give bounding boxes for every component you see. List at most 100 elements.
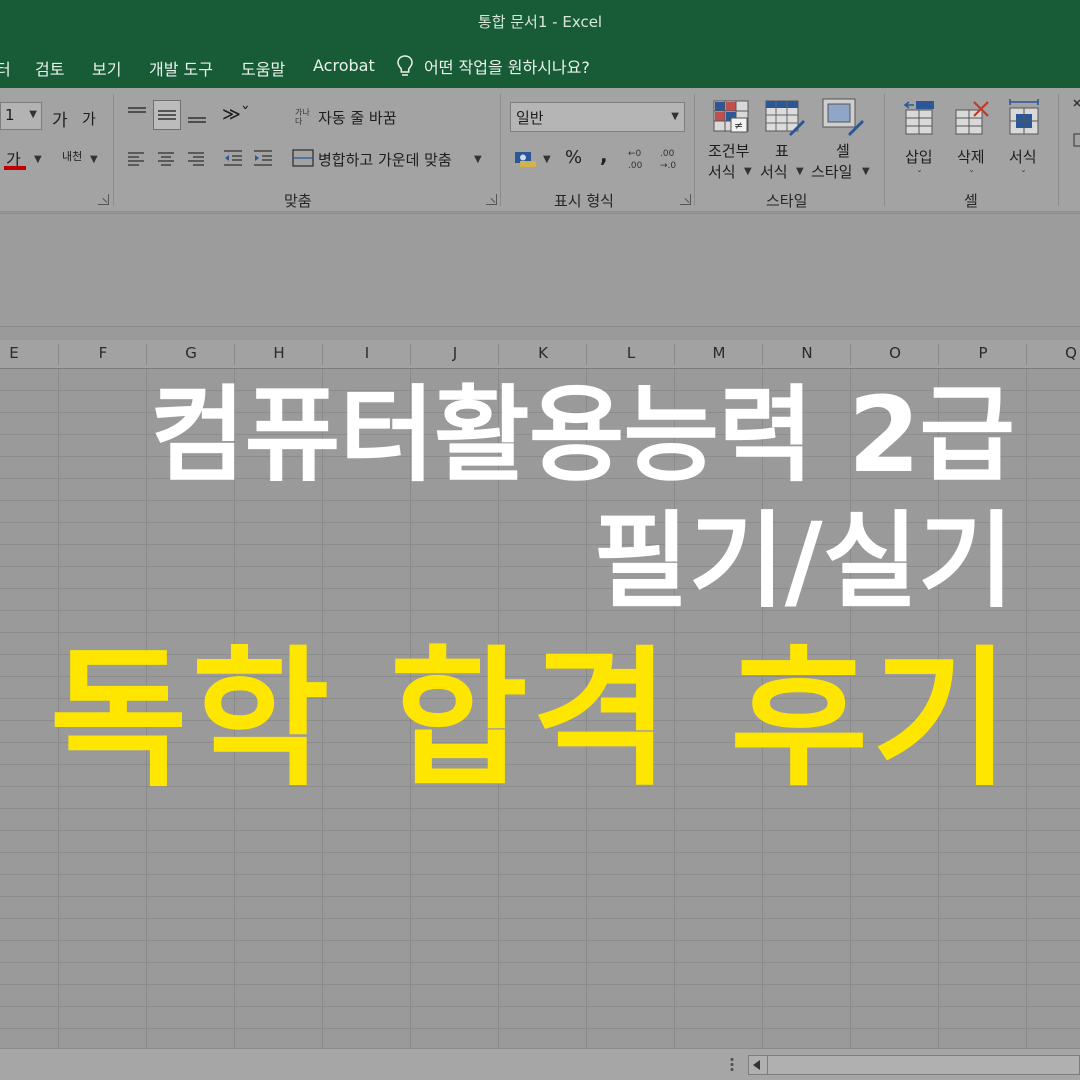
align-right-icon[interactable] xyxy=(186,150,206,166)
tab-developer[interactable]: 개발 도구 xyxy=(149,56,213,80)
format-cells-button[interactable]: 서식 ˇ xyxy=(1000,96,1048,186)
svg-text:≠: ≠ xyxy=(734,119,743,132)
menu-bar: 터 검토 보기 개발 도구 도움말 Acrobat 어떤 작업을 원하시나요? xyxy=(0,44,1080,88)
lightbulb-icon xyxy=(397,55,413,76)
align-top-icon[interactable] xyxy=(126,104,148,124)
group-label-styles: 스타일 xyxy=(766,192,808,210)
shrink-font-button[interactable]: 가 xyxy=(82,108,96,129)
column-header-q[interactable]: Q xyxy=(1027,344,1080,362)
column-header-h[interactable]: H xyxy=(235,344,323,362)
svg-text:←0: ←0 xyxy=(628,149,642,159)
chevron-down-icon[interactable]: ▼ xyxy=(543,154,551,165)
column-header-k[interactable]: K xyxy=(499,344,587,362)
dialog-launcher-icon[interactable] xyxy=(486,194,497,205)
currency-icon[interactable] xyxy=(514,148,538,168)
number-format-value: 일반 xyxy=(516,109,544,127)
column-header-p[interactable]: P xyxy=(939,344,1027,362)
title-bar: 통합 문서1 - Excel xyxy=(0,0,1080,44)
tab-partial[interactable]: 터 xyxy=(0,56,11,80)
conditional-formatting-icon: ≠ xyxy=(713,100,749,133)
scroll-left-icon[interactable] xyxy=(753,1060,760,1070)
cell-styles-icon xyxy=(822,98,864,136)
chevron-down-icon[interactable]: ▼ xyxy=(34,154,42,165)
font-size-dropdown[interactable]: 1 ▼ xyxy=(0,102,42,130)
align-center-icon[interactable] xyxy=(156,150,176,166)
chevron-down-icon: ▼ xyxy=(29,109,37,120)
percent-button[interactable]: % xyxy=(565,147,582,168)
tell-me-text: 어떤 작업을 원하시나요? xyxy=(424,58,590,77)
align-bottom-icon[interactable] xyxy=(186,104,208,128)
delete-cells-button[interactable]: 삭제 ˇ xyxy=(948,96,996,186)
column-header-l[interactable]: L xyxy=(587,344,675,362)
editing-icons-partial[interactable] xyxy=(1070,98,1080,158)
svg-text:.00: .00 xyxy=(660,149,675,159)
chevron-down-icon: ˇ xyxy=(969,170,974,181)
decrease-indent-icon[interactable] xyxy=(222,148,244,168)
column-header-o[interactable]: O xyxy=(851,344,939,362)
svg-text:→.0: →.0 xyxy=(660,161,676,171)
chevron-down-icon: ˇ xyxy=(917,170,922,181)
phonetic-button[interactable]: 내천 xyxy=(62,148,82,164)
wrap-text-button[interactable]: 자동 줄 바꿈 xyxy=(318,107,397,128)
svg-text:.00: .00 xyxy=(628,161,643,171)
font-size-value: 1 xyxy=(5,106,15,124)
format-cells-icon xyxy=(1009,99,1039,135)
delete-label: 삭제 xyxy=(957,148,985,166)
conditional-formatting-button[interactable]: ≠ 조건부 서식 ▼ xyxy=(700,96,762,186)
insert-cells-button[interactable]: 삽입 ˇ xyxy=(896,96,944,186)
align-left-icon[interactable] xyxy=(126,150,146,166)
cell-styles-button[interactable]: 셀 스타일 ▼ xyxy=(810,96,874,186)
column-header-g[interactable]: G xyxy=(147,344,235,362)
increase-indent-icon[interactable] xyxy=(252,148,274,168)
font-color-button[interactable]: 가 xyxy=(4,146,32,172)
dialog-launcher-icon[interactable] xyxy=(680,194,691,205)
ribbon: 1 ▼ 가 가 가 ▼ 내천 ▼ ≫ˇ 가나 다 자동 줄 바꿈 병합하고 가운데… xyxy=(0,88,1080,212)
chevron-down-icon: ▼ xyxy=(671,111,679,122)
align-middle-icon xyxy=(158,110,176,120)
chevron-down-icon: ▼ xyxy=(796,166,804,177)
format-label: 서식 xyxy=(1009,148,1037,166)
conditional-formatting-label1: 조건부 xyxy=(708,142,750,160)
tab-view[interactable]: 보기 xyxy=(92,56,121,80)
column-header-i[interactable]: I xyxy=(323,344,411,362)
status-bar xyxy=(0,1048,1080,1080)
column-header-j[interactable]: J xyxy=(411,344,499,362)
formula-area xyxy=(0,213,1080,327)
comma-button[interactable]: , xyxy=(600,143,608,167)
decrease-decimal-icon[interactable]: .00→.0 xyxy=(658,146,684,172)
svg-text:가나: 가나 xyxy=(295,108,310,117)
dialog-launcher-icon[interactable] xyxy=(98,194,109,205)
format-as-table-label2: 서식 xyxy=(760,163,788,181)
font-color-swatch xyxy=(4,166,26,170)
grow-font-button[interactable]: 가 xyxy=(52,106,68,131)
number-format-dropdown[interactable]: 일반 ▼ xyxy=(510,102,685,132)
column-header-e[interactable]: E xyxy=(0,344,58,362)
tab-review[interactable]: 검토 xyxy=(35,56,64,80)
orientation-icon[interactable]: ≫ˇ xyxy=(222,104,250,125)
chevron-down-icon[interactable]: ▼ xyxy=(474,154,482,165)
column-header-row: E F G H I J K L M N O P Q xyxy=(0,340,1080,369)
cell-styles-label2: 스타일 xyxy=(811,163,853,181)
tab-help[interactable]: 도움말 xyxy=(241,56,285,80)
format-as-table-button[interactable]: 표 서식 ▼ xyxy=(760,96,810,186)
tell-me-search[interactable]: 어떤 작업을 원하시나요? xyxy=(396,54,590,78)
merge-center-button[interactable]: 병합하고 가운데 맞춤 xyxy=(318,149,452,170)
wrap-text-icon: 가나다 xyxy=(295,108,310,126)
cell-grid[interactable] xyxy=(0,369,1080,1048)
insert-cells-icon xyxy=(903,101,934,135)
horizontal-scrollbar[interactable] xyxy=(748,1055,1080,1075)
tab-acrobat[interactable]: Acrobat xyxy=(313,56,375,75)
increase-decimal-icon[interactable]: ←0.00 xyxy=(626,146,652,172)
splitter-handle-icon[interactable] xyxy=(730,1057,734,1073)
column-header-m[interactable]: M xyxy=(675,344,763,362)
column-header-n[interactable]: N xyxy=(763,344,851,362)
align-middle-button[interactable] xyxy=(153,100,181,130)
column-header-f[interactable]: F xyxy=(59,344,147,362)
chevron-down-icon[interactable]: ▼ xyxy=(90,154,98,165)
delete-cells-icon xyxy=(955,101,989,135)
window-title: 통합 문서1 - Excel xyxy=(477,13,603,31)
svg-text:다: 다 xyxy=(295,117,303,126)
insert-label: 삽입 xyxy=(905,148,933,166)
cell-styles-label1: 셀 xyxy=(836,142,850,160)
merge-cells-icon xyxy=(292,149,314,167)
